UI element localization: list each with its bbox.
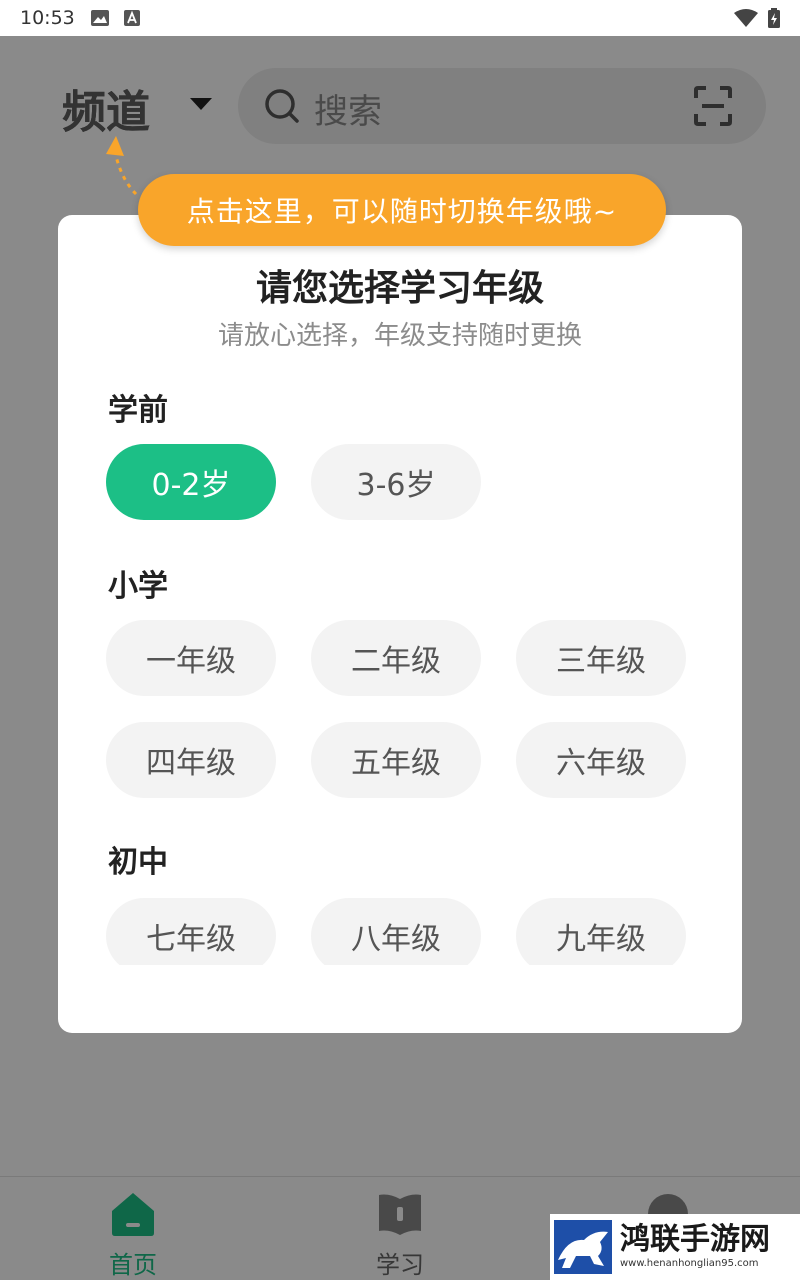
section-label-preschool: 学前 [108, 393, 168, 428]
grade-option-grade-4[interactable]: 四年级 [106, 722, 276, 798]
section-label-junior-high: 初中 [108, 845, 168, 880]
grade-option-grade-6[interactable]: 六年级 [516, 722, 686, 798]
watermark-logo-icon [554, 1220, 612, 1274]
watermark-url: www.henanhonglian95.com [620, 1258, 759, 1269]
status-notifications [90, 10, 141, 26]
status-bar: 10:53 [0, 0, 800, 36]
guide-arrow-icon [106, 136, 138, 196]
status-time: 10:53 [20, 7, 75, 29]
grade-option-grade-1[interactable]: 一年级 [106, 620, 276, 696]
watermark-title: 鸿联手游网 [620, 1222, 770, 1257]
app-a-notification-icon [123, 10, 140, 26]
grade-option-grade-9[interactable]: 九年级 [516, 898, 686, 965]
section-label-primary: 小学 [108, 569, 168, 604]
grade-option-grade-2[interactable]: 二年级 [311, 620, 481, 696]
grade-switch-hint: 点击这里，可以随时切换年级哦~ [138, 174, 666, 246]
grade-list-clip: 七年级 八年级 九年级 [58, 891, 742, 965]
status-system-icons [734, 8, 780, 28]
site-watermark: 鸿联手游网 www.henanhonglian95.com [550, 1214, 800, 1280]
wifi-icon [734, 9, 758, 27]
battery-icon [768, 8, 780, 28]
grade-option-grade-8[interactable]: 八年级 [311, 898, 481, 965]
grade-option-3-6[interactable]: 3-6岁 [311, 444, 481, 520]
grade-option-grade-3[interactable]: 三年级 [516, 620, 686, 696]
grade-option-grade-7[interactable]: 七年级 [106, 898, 276, 965]
grade-selection-dialog: 请您选择学习年级 请放心选择，年级支持随时更换 学前 0-2岁 3-6岁 小学 … [58, 215, 742, 1033]
dialog-title: 请您选择学习年级 [255, 268, 544, 309]
grade-option-grade-5[interactable]: 五年级 [311, 722, 481, 798]
image-notification-icon [90, 10, 109, 26]
hint-text: 点击这里，可以随时切换年级哦~ [186, 195, 618, 228]
grade-option-0-2[interactable]: 0-2岁 [106, 444, 276, 520]
highlighted-channel-label[interactable]: 频道 [62, 76, 150, 140]
dialog-subtitle: 请放心选择，年级支持随时更换 [217, 321, 582, 351]
